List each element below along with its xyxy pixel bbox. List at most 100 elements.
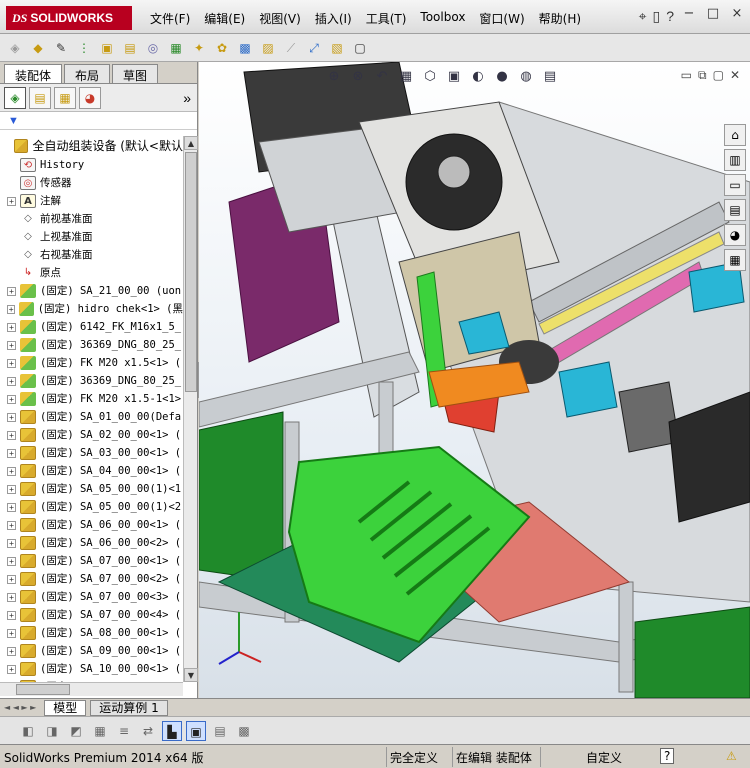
tree-item[interactable]: + (固定) SA_06_00_00<1> ( bbox=[0, 516, 183, 534]
tree-item[interactable]: + (固定) SA_06_00_00<2> ( bbox=[0, 534, 183, 552]
viewport-maximize-icon[interactable]: ▢ bbox=[713, 68, 724, 83]
scroll-thumb[interactable] bbox=[185, 152, 197, 392]
tree-item[interactable]: + (固定) SA_07_00_00<4> ( bbox=[0, 606, 183, 624]
smart-fasteners-icon[interactable]: ✎ bbox=[52, 39, 70, 57]
expand-toggle-icon[interactable]: + bbox=[7, 610, 16, 620]
tree-item[interactable]: + (固定) SA_09_00_00<1> ( bbox=[0, 642, 183, 660]
expand-toggle-icon[interactable]: + bbox=[7, 664, 16, 674]
exploded-view-icon[interactable]: ◎ bbox=[144, 39, 162, 57]
tree-item[interactable]: ↳ 原点 bbox=[0, 264, 183, 282]
tree-item[interactable]: + (固定) SA_05_00_00(1)<1 bbox=[0, 480, 183, 498]
tree-item[interactable]: + (固定) SA_10_00_00<1> ( bbox=[0, 660, 183, 678]
tree-item[interactable]: + (固定) SA_05_00_00(1)<2 bbox=[0, 498, 183, 516]
tree-item[interactable]: + (固定) hidro chek<1> (黑 bbox=[0, 300, 183, 318]
snapshot-icon[interactable]: ▨ bbox=[259, 39, 277, 57]
tree-item[interactable]: ◇ 上视基准面 bbox=[0, 228, 183, 246]
component-move-icon[interactable]: ▣ bbox=[98, 39, 116, 57]
tree-item[interactable]: + (固定) SA_08_00_00<1> ( bbox=[0, 624, 183, 642]
zoom-fit-icon[interactable]: ⊕ bbox=[325, 68, 343, 86]
assembly-model[interactable] bbox=[199, 62, 750, 698]
help-icon[interactable]: ? bbox=[666, 8, 674, 25]
tree-item[interactable]: + (固定) SA_04_00_00<1> ( bbox=[0, 462, 183, 480]
tree-item[interactable]: + (固定) FK M20 x1.5-1<1> bbox=[0, 390, 183, 408]
tree-item[interactable]: + (固定) FK M20 x1.5<1> ( bbox=[0, 354, 183, 372]
interference-icon[interactable]: ▦ bbox=[167, 39, 185, 57]
tree-item[interactable]: + A 注解 bbox=[0, 192, 183, 210]
tree-item[interactable]: + (固定) SA_01_00_00(Defa bbox=[0, 408, 183, 426]
tree-item[interactable]: + (固定) SA_07_00_00<2> ( bbox=[0, 570, 183, 588]
tab-sketch[interactable]: 草图 bbox=[112, 64, 159, 83]
rebuild-warning-icon[interactable]: ⚠ bbox=[726, 749, 737, 763]
tree-item[interactable]: + (固定) SA_21_00_00 (uon bbox=[0, 282, 183, 300]
expand-chevron-icon[interactable]: » bbox=[183, 90, 191, 106]
menu-tools[interactable]: 工具(T) bbox=[366, 10, 407, 27]
feature-tree-icon[interactable]: ◈ bbox=[4, 86, 26, 109]
expand-toggle-icon[interactable]: + bbox=[7, 358, 16, 368]
expand-toggle-icon[interactable]: + bbox=[7, 646, 16, 656]
tab-model[interactable]: 模型 bbox=[44, 699, 87, 716]
menu-view[interactable]: 视图(V) bbox=[259, 10, 301, 27]
tree-item[interactable]: + (固定) 36369_DNG_80_25_ bbox=[0, 336, 183, 354]
tree-item[interactable]: + (固定) 6142_FK_M16x1_5_ bbox=[0, 318, 183, 336]
appearances-icon[interactable]: ◕ bbox=[724, 224, 746, 246]
new-document-icon[interactable]: ▯ bbox=[652, 8, 660, 25]
tab-layout[interactable]: 布局 bbox=[64, 64, 111, 83]
display-states-icon[interactable]: ▩ bbox=[236, 39, 254, 57]
hidden-lines-icon[interactable]: ◧ bbox=[18, 721, 38, 741]
close-button[interactable]: × bbox=[728, 6, 746, 24]
expand-toggle-icon[interactable]: + bbox=[7, 286, 16, 296]
tree-vertical-scrollbar[interactable]: ▲ ▼ bbox=[183, 136, 198, 682]
expand-toggle-icon[interactable]: + bbox=[7, 394, 16, 404]
expand-toggle-icon[interactable]: + bbox=[7, 592, 16, 602]
section-view-icon[interactable]: ▦ bbox=[397, 68, 415, 86]
expand-toggle-icon[interactable]: + bbox=[7, 466, 16, 476]
expand-toggle-icon[interactable]: + bbox=[7, 196, 16, 206]
scene-icon[interactable]: ◍ bbox=[517, 68, 535, 86]
expand-toggle-icon[interactable]: + bbox=[7, 412, 16, 422]
hide-show-icon[interactable]: ◐ bbox=[469, 68, 487, 86]
custom-properties-icon[interactable]: ▦ bbox=[724, 249, 746, 271]
expand-toggle-icon[interactable]: + bbox=[7, 556, 16, 566]
tree-item[interactable]: ◎ 传感器 bbox=[0, 174, 183, 192]
status-help-icon[interactable]: ? bbox=[660, 748, 675, 764]
shaded-icon[interactable]: ▣ bbox=[186, 720, 206, 741]
mass-properties-icon[interactable]: ▧ bbox=[328, 39, 346, 57]
view-orientation-icon[interactable]: ⬡ bbox=[421, 68, 439, 86]
menu-window[interactable]: 窗口(W) bbox=[479, 10, 524, 27]
tree-item[interactable]: ◇ 右视基准面 bbox=[0, 246, 183, 264]
wireframe-icon[interactable]: ◨ bbox=[42, 721, 62, 741]
status-units[interactable]: 自定义 bbox=[586, 749, 622, 766]
property-icon[interactable]: ▤ bbox=[29, 86, 51, 109]
expand-toggle-icon[interactable]: + bbox=[7, 448, 16, 458]
filter-icon[interactable]: ▼ bbox=[0, 112, 197, 130]
measure-icon[interactable]: ⤢ bbox=[305, 39, 323, 57]
display-pane-icon[interactable]: ▩ bbox=[234, 721, 254, 741]
home-icon[interactable]: ⌂ bbox=[724, 124, 746, 146]
display-style-icon[interactable]: ▣ bbox=[445, 68, 463, 86]
display-icon[interactable]: ◕ bbox=[79, 86, 101, 109]
appearance-icon[interactable]: ● bbox=[493, 68, 511, 86]
solidworks-logo[interactable]: DS SOLIDWORKS bbox=[6, 6, 132, 30]
design-library-icon[interactable]: ▥ bbox=[724, 149, 746, 171]
minimize-button[interactable]: − bbox=[680, 6, 698, 24]
expand-toggle-icon[interactable]: + bbox=[7, 628, 16, 638]
file-explorer-icon[interactable]: ▭ bbox=[724, 174, 746, 196]
viewport-restore-icon[interactable]: ▭ bbox=[681, 68, 692, 83]
expand-toggle-icon[interactable]: + bbox=[7, 322, 16, 332]
gear-icon[interactable]: ✿ bbox=[213, 39, 231, 57]
tree-item[interactable]: + (固定) SA_07_00_00<1> ( bbox=[0, 552, 183, 570]
scroll-down-icon[interactable]: ▼ bbox=[184, 668, 198, 682]
pin-icon[interactable]: ⌖ bbox=[639, 8, 647, 25]
expand-toggle-icon[interactable]: + bbox=[7, 430, 16, 440]
hscroll-thumb[interactable] bbox=[16, 684, 70, 695]
mate-icon[interactable]: ⋮ bbox=[75, 39, 93, 57]
insert-component-icon[interactable]: ▤ bbox=[121, 39, 139, 57]
maximize-button[interactable]: □ bbox=[704, 6, 722, 24]
viewport-tile-icon[interactable]: ⧉ bbox=[698, 68, 707, 83]
config-icon[interactable]: ▦ bbox=[54, 86, 76, 109]
tab-motion-study-1[interactable]: 运动算例 1 bbox=[90, 699, 168, 716]
tree-item[interactable]: + (固定) SA_03_00_00<1> ( bbox=[0, 444, 183, 462]
tree-item[interactable]: + (固定) SA_07_00_00<3> ( bbox=[0, 588, 183, 606]
expand-toggle-icon[interactable]: + bbox=[7, 376, 16, 386]
menu-help[interactable]: 帮助(H) bbox=[539, 10, 581, 27]
